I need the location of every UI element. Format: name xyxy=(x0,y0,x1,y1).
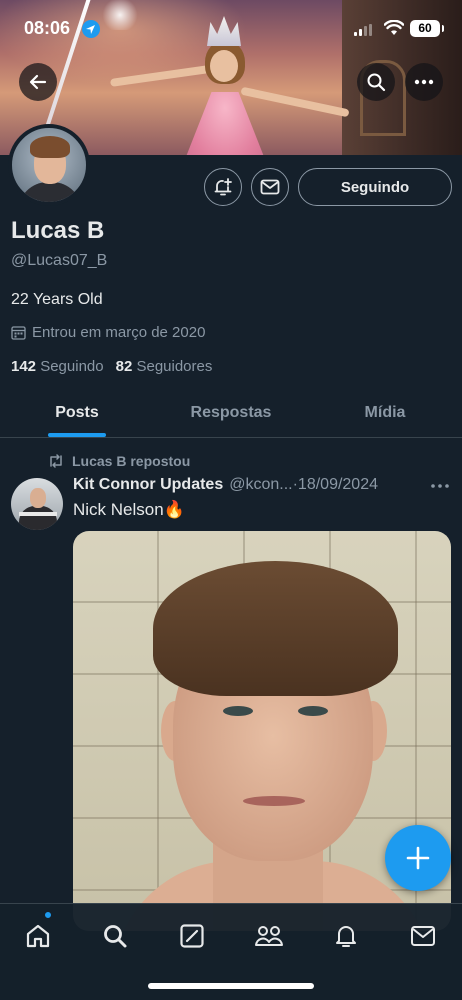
post-date[interactable]: ·18/09/2024 xyxy=(293,476,378,494)
post-more-icon[interactable] xyxy=(430,478,450,494)
follow-stats: 142 Seguindo 82 Seguidores xyxy=(11,358,212,375)
followers-label: Seguidores xyxy=(136,358,213,375)
repost-label: Lucas B repostou xyxy=(72,453,191,469)
status-bar: 08:06 60 xyxy=(0,0,462,56)
following-label: Seguindo xyxy=(40,358,104,375)
back-arrow-icon xyxy=(29,74,47,90)
back-button[interactable] xyxy=(19,63,57,101)
tab-posts[interactable]: Posts xyxy=(0,388,154,437)
signal-icon xyxy=(354,24,372,36)
profile-avatar[interactable] xyxy=(8,124,90,206)
avatar-hair xyxy=(30,136,70,158)
plus-icon xyxy=(406,846,430,870)
search-button[interactable] xyxy=(357,63,395,101)
nav-notifications[interactable] xyxy=(326,916,366,956)
post-author-handle[interactable]: @kcon... xyxy=(229,476,292,494)
search-icon xyxy=(104,925,127,948)
post-avatar-face xyxy=(30,488,46,508)
nav-communities[interactable] xyxy=(249,916,289,956)
home-icon xyxy=(26,924,50,948)
more-icon xyxy=(414,79,434,85)
figure-arm-right xyxy=(240,86,350,118)
profile-joined-date: Entrou em março de 2020 xyxy=(11,324,205,341)
compose-post-button[interactable] xyxy=(385,825,451,891)
notifications-toggle-button[interactable] xyxy=(204,168,242,206)
profile-handle: @Lucas07_B xyxy=(11,252,108,269)
nav-search[interactable] xyxy=(95,916,135,956)
profile-tabs: Posts Respostas Mídia xyxy=(0,388,462,438)
following-count: 142 xyxy=(11,358,37,375)
notification-bell-plus-icon xyxy=(214,178,232,196)
figure-arm-left xyxy=(109,65,211,87)
media-mouth xyxy=(243,796,305,806)
post-author-avatar[interactable] xyxy=(11,478,63,530)
post-text: Nick Nelson🔥 xyxy=(73,500,185,519)
notifications-icon xyxy=(336,926,356,947)
nav-messages[interactable] xyxy=(403,916,443,956)
following-button[interactable]: Seguindo xyxy=(298,168,452,206)
grok-icon xyxy=(180,924,204,948)
battery-indicator: 60 xyxy=(410,20,444,37)
media-eye-left xyxy=(223,706,253,716)
post-avatar-stripe xyxy=(19,512,57,516)
wifi-icon xyxy=(384,20,404,35)
communities-icon xyxy=(255,926,283,946)
location-arrow-icon xyxy=(82,20,100,38)
status-time: 08:06 xyxy=(24,18,71,38)
mail-icon xyxy=(260,179,280,195)
search-icon xyxy=(367,73,386,92)
media-eye-right xyxy=(298,706,328,716)
followers-count: 82 xyxy=(115,358,133,375)
repost-icon xyxy=(50,454,62,468)
calendar-icon xyxy=(11,326,26,340)
avatar-body xyxy=(18,182,82,202)
tab-media[interactable]: Mídia xyxy=(308,388,462,437)
message-button[interactable] xyxy=(251,168,289,206)
joined-text: Entrou em março de 2020 xyxy=(32,324,206,341)
nav-home[interactable] xyxy=(18,916,58,956)
profile-screen: 08:06 60 Seguindo Lucas B @Lucas07_B 22 … xyxy=(0,0,462,1000)
post-avatar-body xyxy=(19,506,57,530)
post-header: Kit Connor Updates @kcon... ·18/09/2024 xyxy=(73,476,418,494)
home-indicator-bar[interactable] xyxy=(148,983,314,989)
profile-display-name: Lucas B xyxy=(11,217,105,244)
tab-replies[interactable]: Respostas xyxy=(154,388,308,437)
post-author-name[interactable]: Kit Connor Updates xyxy=(73,476,223,494)
nav-grok[interactable] xyxy=(172,916,212,956)
repost-indicator: Lucas B repostou xyxy=(48,453,190,469)
profile-bio: 22 Years Old xyxy=(11,291,103,308)
home-new-indicator xyxy=(44,911,52,919)
more-options-button[interactable] xyxy=(405,63,443,101)
following-link[interactable]: 142 Seguindo xyxy=(11,358,104,375)
media-hair xyxy=(153,561,398,696)
figure-dress xyxy=(180,92,270,155)
followers-link[interactable]: 82 Seguidores xyxy=(116,358,213,375)
messages-icon xyxy=(411,926,435,946)
